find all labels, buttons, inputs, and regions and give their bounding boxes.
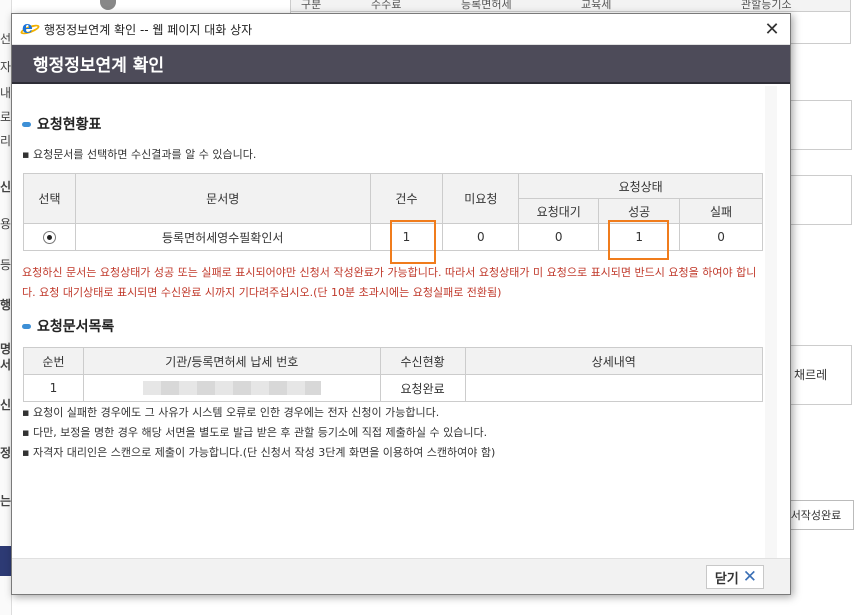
table-row: 1 요청완료	[23, 374, 764, 402]
select-radio[interactable]	[42, 231, 56, 244]
dialog-scrollbar[interactable]	[765, 86, 777, 558]
close-button[interactable]: 닫기 ✕	[705, 565, 764, 589]
col-recv-status: 수신현황	[379, 347, 466, 375]
masked-value	[142, 381, 321, 396]
col-org-tax-number: 기관/등록면허세 납세 번호	[82, 347, 381, 375]
section-request-list-title: 요청문서목록	[22, 316, 114, 336]
ie-logo-icon: e	[19, 18, 41, 38]
doc-name-cell: 등록면허세영수필확인서	[74, 223, 371, 251]
status-warning-text: 요청하신 문서는 요청상태가 성공 또는 실패로 표시되어야만 신청서 작성완료…	[22, 266, 757, 299]
bg-char: 자	[0, 60, 12, 74]
background-right-box	[790, 100, 852, 150]
dialog-window: e 행정정보연계 확인 -- 웹 페이지 대화 상자 ✕ 행정정보연계 확인 요…	[11, 13, 791, 595]
col-detail: 상세내역	[464, 347, 764, 375]
detail-cell	[464, 374, 764, 402]
col-seq: 순번	[23, 347, 84, 375]
dialog-content: 요청현황표 ▪ 요청문서를 선택하면 수신결과를 알 수 있습니다. 선택 문서…	[12, 86, 790, 558]
not-requested-cell: 0	[442, 223, 520, 251]
org-tax-number-cell	[82, 374, 381, 402]
col-doc-name: 문서명	[74, 173, 371, 224]
dialog-window-title: 행정정보연계 확인 -- 웹 페이지 대화 상자	[44, 22, 253, 37]
waiting-cell: 0	[518, 223, 600, 251]
seq-cell: 1	[23, 374, 84, 402]
highlight-count	[390, 220, 436, 264]
section-request-status-title: 요청현황표	[22, 114, 101, 134]
bg-char: 로	[0, 110, 12, 124]
bg-char: 는	[0, 494, 12, 508]
list-note-1: ▪ 요청이 실패한 경우에도 그 사유가 시스템 오류로 인한 경우에는 전자 …	[22, 406, 440, 419]
dialog-titlebar[interactable]: e 행정정보연계 확인 -- 웹 페이지 대화 상자 ✕	[12, 14, 790, 45]
request-list-table: 순번 기관/등록면허세 납세 번호 수신현황 상세내역 1 요청완료	[23, 347, 764, 402]
section-request-status-note: ▪ 요청문서를 선택하면 수신결과를 알 수 있습니다.	[22, 148, 257, 161]
close-x-icon: ✕	[742, 567, 757, 587]
bg-header: 관할등기소	[741, 0, 792, 11]
background-right-text: 채르레	[794, 368, 828, 382]
bg-header: 수수료	[371, 0, 402, 11]
recv-status-cell: 요청완료	[379, 374, 466, 402]
bg-char: 리	[0, 134, 12, 148]
select-cell[interactable]	[23, 223, 76, 251]
list-note-3: ▪ 자격자 대리인은 스캔으로 제출이 가능합니다.(단 신청서 작성 3단계 …	[22, 446, 496, 459]
background-right-box	[790, 175, 852, 225]
dialog-footer: 닫기 ✕	[12, 558, 790, 594]
highlight-success	[608, 220, 669, 260]
bg-char: 선	[0, 32, 12, 46]
bg-char: 신	[0, 398, 12, 412]
dialog-header: 행정정보연계 확인	[12, 45, 790, 84]
bg-char: 서	[0, 358, 12, 372]
col-count: 건수	[369, 173, 444, 224]
list-note-2: ▪ 다만, 보정을 명한 경우 해당 서면을 별도로 발급 받은 후 관할 등기…	[22, 426, 488, 439]
bg-char: 명	[0, 342, 12, 356]
bg-header: 교육세	[581, 0, 612, 11]
col-not-requested: 미요청	[442, 173, 520, 224]
bg-char: 행	[0, 298, 12, 312]
close-button-label: 닫기	[714, 571, 739, 587]
col-waiting: 요청대기	[518, 198, 600, 224]
bg-char: 신	[0, 180, 12, 194]
bg-char: 정	[0, 446, 12, 460]
background-fee-header: 구분 수수료 등록면허세 교육세 관할등기소	[291, 0, 850, 12]
bg-header: 등록면허세	[461, 0, 512, 11]
close-icon[interactable]: ✕	[760, 18, 784, 40]
bullet-pill-icon	[22, 121, 31, 127]
col-select: 선택	[23, 173, 76, 224]
bg-char: 내	[0, 86, 12, 100]
bg-char: 등	[0, 258, 12, 272]
background-scroll-thumb[interactable]	[100, 0, 116, 10]
col-status-group: 요청상태	[518, 173, 763, 199]
bullet-pill-icon	[22, 323, 31, 329]
bg-header: 구분	[301, 0, 322, 11]
fail-cell: 0	[679, 223, 763, 251]
bg-char: 용	[0, 217, 12, 231]
col-fail: 실패	[679, 198, 763, 224]
